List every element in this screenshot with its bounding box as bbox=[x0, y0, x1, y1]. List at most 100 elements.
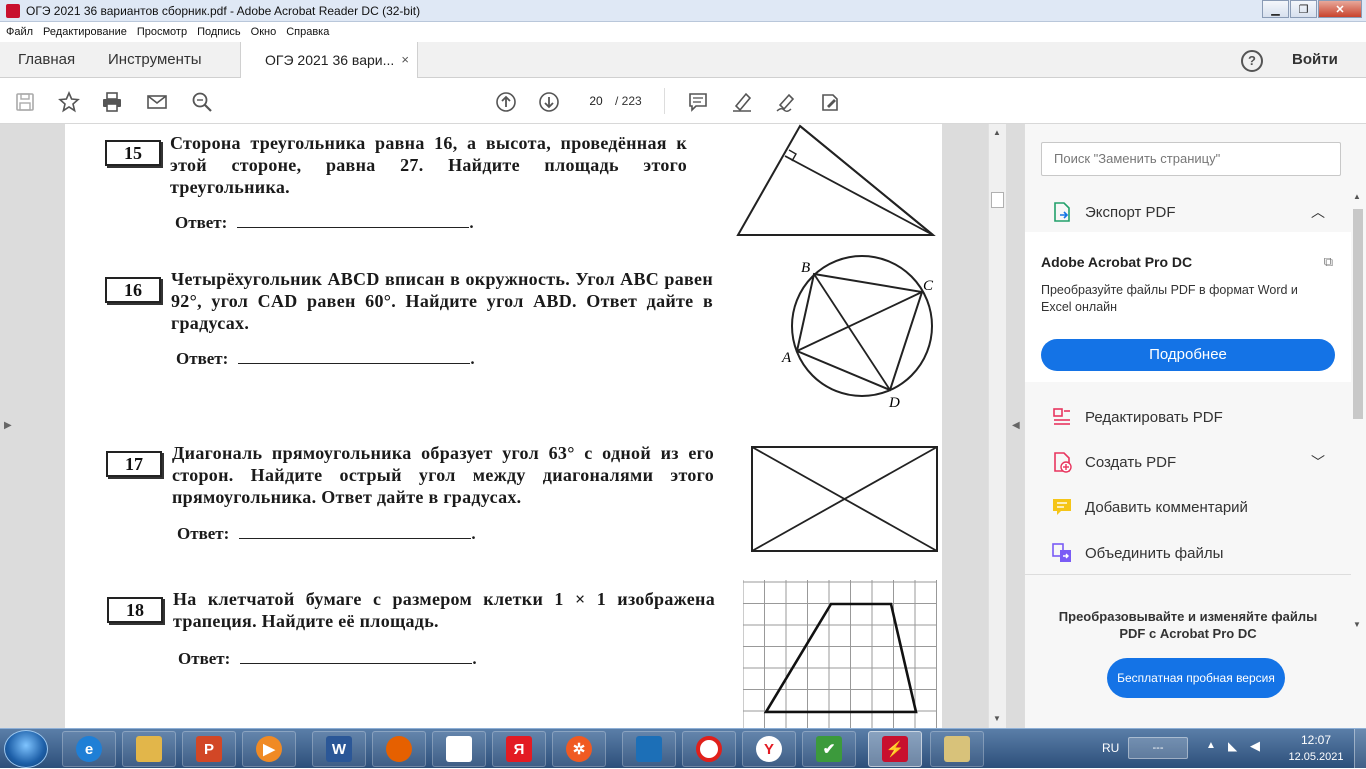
sidebar-footer-text: Преобразовывайте и изменяйте файлы PDF с… bbox=[1058, 609, 1318, 641]
sidebar-scroll-up-icon[interactable]: ▲ bbox=[1353, 192, 1361, 201]
scanner-icon[interactable] bbox=[930, 731, 984, 767]
login-button[interactable]: Войти bbox=[1292, 42, 1338, 78]
help-icon[interactable]: ? bbox=[1241, 50, 1263, 72]
document-scrollbar[interactable]: ▲ ▼ bbox=[988, 124, 1006, 728]
task-16-number: 16 bbox=[105, 277, 161, 303]
clock-time[interactable]: 12:07 bbox=[1288, 733, 1344, 747]
task-15-answer-end: . bbox=[469, 213, 474, 232]
sidebar-scrollbar[interactable]: ▲ ▼ bbox=[1351, 192, 1365, 632]
blank-document-icon[interactable] bbox=[432, 731, 486, 767]
task-17-answer-label: Ответ: bbox=[177, 524, 230, 543]
learn-more-button[interactable]: Подробнее bbox=[1041, 339, 1335, 371]
page-total: / 223 bbox=[615, 94, 642, 108]
scroll-thumb[interactable] bbox=[991, 192, 1004, 208]
menu-help[interactable]: Справка bbox=[286, 26, 329, 38]
page-number-input[interactable]: 20 bbox=[582, 89, 610, 113]
sidebar-combine-files[interactable]: Объединить файлы bbox=[1051, 541, 1223, 565]
sidebar-add-comment[interactable]: Добавить комментарий bbox=[1051, 495, 1248, 519]
network-icon[interactable]: ◣ bbox=[1228, 739, 1237, 753]
search-icon[interactable] bbox=[190, 90, 214, 114]
windows-taskbar: e P ▶ W Я ✲ Y ✔ ⚡ RU --- ▲ ◣ ◀ 12:07 12.… bbox=[0, 728, 1366, 769]
sign-icon[interactable] bbox=[774, 90, 798, 114]
tab-home[interactable]: Главная bbox=[18, 42, 75, 78]
maximize-button[interactable]: ❐ bbox=[1290, 0, 1317, 18]
sidebar-search-input[interactable]: Поиск "Заменить страницу" bbox=[1041, 142, 1341, 176]
tab-document[interactable]: ОГЭ 2021 36 вари... × bbox=[240, 42, 418, 79]
sidebar-create-pdf[interactable]: Создать PDF bbox=[1051, 450, 1176, 474]
language-indicator[interactable]: RU bbox=[1102, 741, 1119, 755]
task-18-number: 18 bbox=[107, 597, 163, 623]
task-17-number: 17 bbox=[106, 451, 162, 477]
checklist-icon[interactable]: ✔ bbox=[802, 731, 856, 767]
menu-edit[interactable]: Редактирование bbox=[43, 26, 127, 38]
next-page-icon[interactable] bbox=[537, 90, 561, 114]
highlight-pen-icon[interactable] bbox=[730, 90, 754, 114]
combine-files-icon bbox=[1051, 542, 1073, 564]
free-trial-button[interactable]: Бесплатная пробная версия bbox=[1107, 658, 1285, 698]
figure-16-label-a: A bbox=[781, 350, 792, 366]
media-player-icon[interactable]: ▶ bbox=[242, 731, 296, 767]
left-panel-toggle-icon[interactable]: ▶ bbox=[4, 420, 12, 431]
acrobat-reader-taskbar-icon[interactable]: ⚡ bbox=[868, 731, 922, 767]
email-icon[interactable] bbox=[145, 90, 169, 114]
right-panel-toggle-icon[interactable]: ◀ bbox=[1012, 420, 1020, 431]
task-15-number: 15 bbox=[105, 140, 161, 166]
print-icon[interactable] bbox=[100, 90, 124, 114]
menu-sign[interactable]: Подпись bbox=[197, 26, 241, 38]
task-18-text: На клетчатой бумаге с размером клетки 1 … bbox=[173, 589, 715, 631]
chevron-up-icon[interactable]: ︿ bbox=[1311, 202, 1325, 222]
chevron-down-icon[interactable]: ﹀ bbox=[1311, 452, 1325, 472]
close-button[interactable]: ✕ bbox=[1318, 0, 1362, 18]
start-button[interactable] bbox=[4, 730, 48, 768]
internet-explorer-icon[interactable]: e bbox=[62, 731, 116, 767]
menu-view[interactable]: Просмотр bbox=[137, 26, 187, 38]
sidebar-edit-pdf[interactable]: Редактировать PDF bbox=[1051, 405, 1223, 429]
task-16-answer-end: . bbox=[470, 349, 475, 368]
figure-18-grid-trapezoid bbox=[743, 580, 937, 728]
pdf-page: 15 Сторона треугольника равна 16, а высо… bbox=[65, 124, 942, 728]
word-icon[interactable]: W bbox=[312, 731, 366, 767]
file-explorer-icon[interactable] bbox=[122, 731, 176, 767]
sidebar-scroll-thumb[interactable] bbox=[1353, 209, 1363, 419]
sidebar-comment-label: Добавить комментарий bbox=[1085, 498, 1248, 516]
task-17-answer: Ответ:. bbox=[177, 524, 476, 544]
yandex-icon[interactable]: Y bbox=[742, 731, 796, 767]
save-icon[interactable] bbox=[13, 90, 37, 114]
show-desktop-button[interactable] bbox=[1354, 729, 1366, 769]
yandex-browser-icon[interactable]: Я bbox=[492, 731, 546, 767]
tab-close-icon[interactable]: × bbox=[401, 42, 409, 78]
comment-icon[interactable] bbox=[686, 90, 710, 114]
opera-icon[interactable] bbox=[682, 731, 736, 767]
reel-icon[interactable]: ✲ bbox=[552, 731, 606, 767]
volume-icon[interactable]: ◀ bbox=[1250, 738, 1260, 754]
sidebar-scroll-down-icon[interactable]: ▼ bbox=[1353, 620, 1361, 629]
edit-pdf-icon bbox=[1051, 406, 1073, 428]
toolbar: 20 / 223 bbox=[0, 78, 1366, 124]
minimize-button[interactable]: ▁ bbox=[1262, 0, 1289, 18]
figure-16-inscribed-quadrilateral: B C A D bbox=[781, 255, 934, 411]
menu-bar: Файл Редактирование Просмотр Подпись Окн… bbox=[0, 22, 1366, 42]
scroll-up-icon[interactable]: ▲ bbox=[993, 128, 1001, 137]
store-icon[interactable] bbox=[622, 731, 676, 767]
menu-window[interactable]: Окно bbox=[251, 26, 277, 38]
task-15-answer: Ответ:. bbox=[175, 213, 474, 233]
sidebar-export-pdf[interactable]: Экспорт PDF bbox=[1051, 200, 1176, 224]
task-17-text: Диагональ прямоугольника образует угол 6… bbox=[172, 443, 714, 507]
tab-document-label: ОГЭ 2021 36 вари... bbox=[265, 52, 395, 68]
copy-icon[interactable]: ⧉ bbox=[1324, 254, 1333, 270]
keyboard-indicator[interactable]: --- bbox=[1128, 737, 1188, 759]
menu-file[interactable]: Файл bbox=[6, 26, 33, 38]
tab-tools[interactable]: Инструменты bbox=[108, 42, 202, 78]
sidebar-create-label: Создать PDF bbox=[1085, 453, 1177, 471]
scroll-down-icon[interactable]: ▼ bbox=[993, 714, 1001, 723]
title-bar: ОГЭ 2021 36 вариантов сборник.pdf - Adob… bbox=[0, 0, 1366, 22]
tray-expand-icon[interactable]: ▲ bbox=[1206, 740, 1216, 751]
fill-sign-icon[interactable] bbox=[818, 90, 842, 114]
powerpoint-icon[interactable]: P bbox=[182, 731, 236, 767]
previous-page-icon[interactable] bbox=[494, 90, 518, 114]
task-18-answer-label: Ответ: bbox=[178, 649, 231, 668]
firefox-icon[interactable] bbox=[372, 731, 426, 767]
bookmark-star-icon[interactable] bbox=[57, 90, 81, 114]
tools-sidebar: Поиск "Заменить страницу" Экспорт PDF ︿ … bbox=[1024, 124, 1366, 728]
clock-date[interactable]: 12.05.2021 bbox=[1284, 751, 1348, 763]
